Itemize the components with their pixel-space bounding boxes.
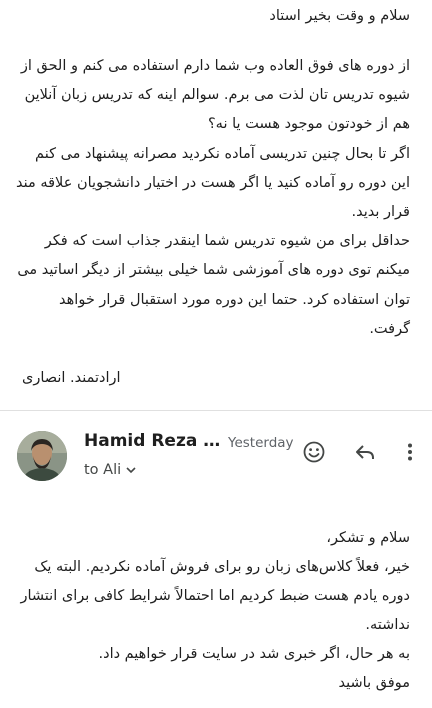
previous-message-paragraph: اگر تا بحال چنین تدریسی آماده نکردید مصر… bbox=[15, 145, 410, 221]
reply-arrow-icon bbox=[356, 445, 374, 459]
recipient-label: to Ali bbox=[84, 462, 122, 478]
avatar-photo bbox=[17, 431, 67, 481]
avatar[interactable] bbox=[17, 431, 67, 481]
chevron-down-icon bbox=[126, 467, 136, 474]
reply-line: سلام و تشکر، bbox=[326, 530, 410, 546]
previous-message-paragraph: از دوره های فوق العاده وب شما دارم استفا… bbox=[20, 58, 410, 133]
previous-message-paragraph: حداقل برای من شیوه تدریس شما اینقدر جذاب… bbox=[17, 233, 410, 337]
previous-message-signoff: ارادتمند. انصاری bbox=[22, 370, 121, 386]
smiley-icon bbox=[303, 441, 325, 463]
message-timestamp: Yesterday bbox=[228, 435, 294, 451]
reply-line: به هر حال، اگر خبری شد در سایت قرار خواه… bbox=[98, 646, 411, 662]
more-vert-icon bbox=[408, 443, 412, 461]
previous-message-greeting: سلام و وقت بخیر استاد bbox=[269, 8, 410, 24]
message-divider bbox=[0, 410, 432, 411]
reply-body: سلام و تشکر، خیر، فعلاً کلاس‌های زبان رو… bbox=[12, 524, 410, 698]
emoji-reaction-button[interactable] bbox=[300, 438, 328, 466]
reply-line: خیر، فعلاً کلاس‌های زبان رو برای فروش آم… bbox=[20, 559, 410, 633]
reply-line: موفق باشید bbox=[338, 675, 410, 691]
recipient-toggle[interactable]: to Ali bbox=[84, 462, 137, 478]
more-options-button[interactable] bbox=[396, 438, 424, 466]
previous-message: سلام و وقت بخیر استاد از دوره های فوق ال… bbox=[0, 0, 432, 410]
reply-button[interactable] bbox=[351, 438, 379, 466]
previous-message-body: از دوره های فوق العاده وب شما دارم استفا… bbox=[16, 52, 410, 344]
sender-name[interactable]: Hamid Reza Ni... bbox=[84, 431, 226, 451]
reply-header[interactable]: Hamid Reza Ni... Yesterday to Ali bbox=[0, 412, 432, 502]
